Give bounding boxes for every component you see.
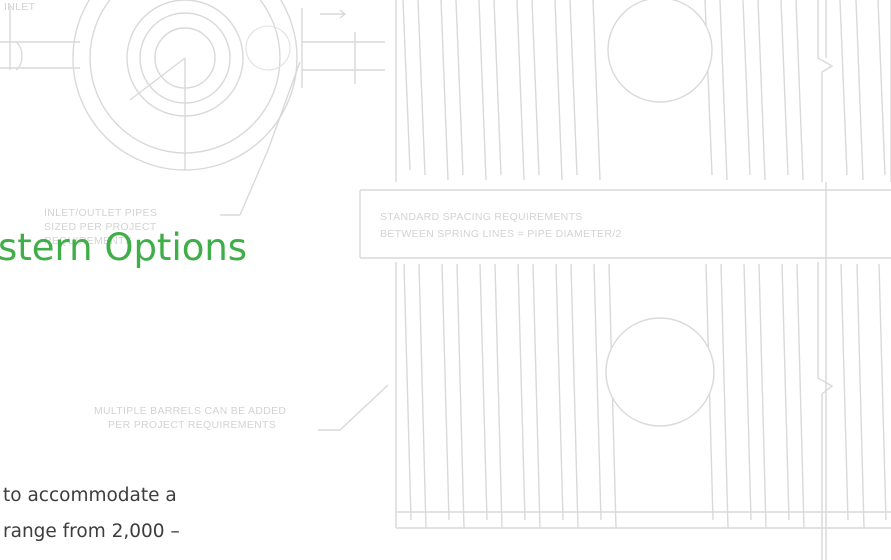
inlet-outlet-note-line-1: INLET/OUTLET PIPES xyxy=(44,207,157,219)
body-text-line-2: range from 2,000 – xyxy=(3,521,180,542)
barrels-note-line-1: MULTIPLE BARRELS CAN BE ADDED xyxy=(94,405,286,417)
section-heading: stern Options xyxy=(0,226,248,269)
inlet-pipe-detail xyxy=(0,0,385,216)
inlet-label: INLET xyxy=(4,1,36,13)
barrel-bottom xyxy=(318,262,891,560)
background-technical-drawing: INLET INLET/OUTLET PIPES SIZED PER PROJE… xyxy=(0,0,891,560)
barrels-note-line-2: PER PROJECT REQUIREMENTS xyxy=(108,419,276,431)
spacing-note-line-2: BETWEEN SPRING LINES = PIPE DIAMETER/2 xyxy=(380,228,622,240)
spacing-note-line-1: STANDARD SPACING REQUIREMENTS xyxy=(380,211,583,223)
drawing-annotations: INLET INLET/OUTLET PIPES SIZED PER PROJE… xyxy=(4,1,622,431)
barrel-top xyxy=(395,0,891,182)
body-text-line-1: to accommodate a xyxy=(3,485,177,506)
